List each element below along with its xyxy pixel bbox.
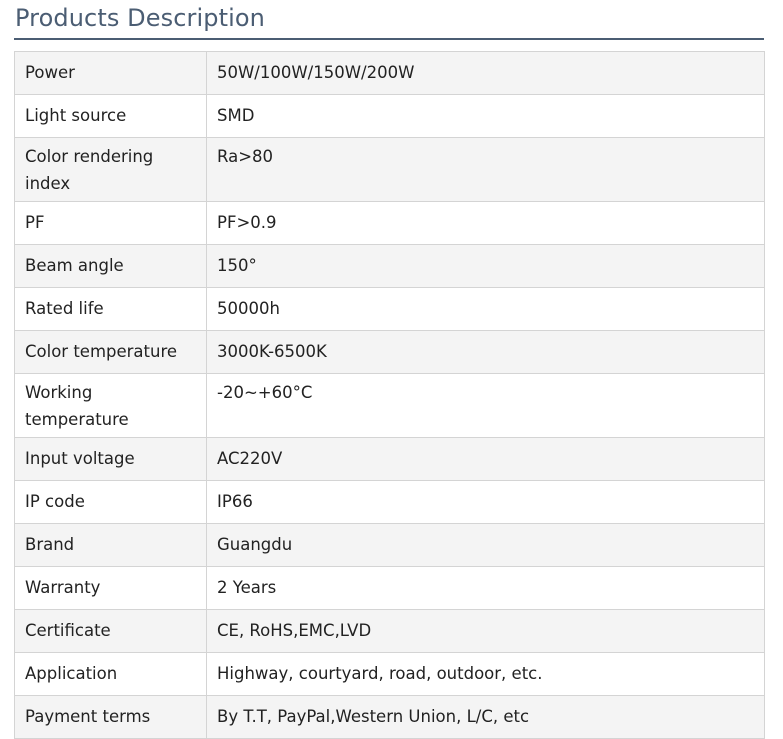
- table-row: Power 50W/100W/150W/200W: [14, 51, 765, 95]
- table-row: Light source SMD: [14, 94, 765, 138]
- spec-label: Working temperature: [14, 373, 207, 438]
- spec-value: CE, RoHS,EMC,LVD: [206, 609, 765, 653]
- spec-label: PF: [14, 201, 207, 245]
- table-row: Brand Guangdu: [14, 523, 765, 567]
- spec-value: Highway, courtyard, road, outdoor, etc.: [206, 652, 765, 696]
- spec-value: By T.T, PayPal,Western Union, L/C, etc: [206, 695, 765, 739]
- specs-table: Power 50W/100W/150W/200W Light source SM…: [14, 51, 765, 739]
- spec-value: IP66: [206, 480, 765, 524]
- spec-label: Certificate: [14, 609, 207, 653]
- table-row: Working temperature -20~+60°C: [14, 373, 765, 438]
- table-row: Warranty 2 Years: [14, 566, 765, 610]
- table-row: Application Highway, courtyard, road, ou…: [14, 652, 765, 696]
- table-row: Color temperature 3000K-6500K: [14, 330, 765, 374]
- table-row: Input voltage AC220V: [14, 437, 765, 481]
- table-row: Certificate CE, RoHS,EMC,LVD: [14, 609, 765, 653]
- spec-value: 50W/100W/150W/200W: [206, 51, 765, 95]
- spec-label: Brand: [14, 523, 207, 567]
- table-row: Payment terms By T.T, PayPal,Western Uni…: [14, 695, 765, 739]
- spec-label: Input voltage: [14, 437, 207, 481]
- spec-value: PF>0.9: [206, 201, 765, 245]
- spec-label: Beam angle: [14, 244, 207, 288]
- table-row: Color rendering index Ra>80: [14, 137, 765, 202]
- spec-label: Color rendering index: [14, 137, 207, 202]
- products-description-section: Products Description Power 50W/100W/150W…: [0, 0, 783, 739]
- title-underline: [14, 38, 764, 40]
- spec-label: Power: [14, 51, 207, 95]
- spec-label: Warranty: [14, 566, 207, 610]
- spec-value: 3000K-6500K: [206, 330, 765, 374]
- spec-value: -20~+60°C: [206, 373, 765, 438]
- spec-label: Rated life: [14, 287, 207, 331]
- table-row: IP code IP66: [14, 480, 765, 524]
- spec-value: Guangdu: [206, 523, 765, 567]
- spec-label: Color temperature: [14, 330, 207, 374]
- spec-value: SMD: [206, 94, 765, 138]
- spec-value: AC220V: [206, 437, 765, 481]
- spec-value: Ra>80: [206, 137, 765, 202]
- spec-label: IP code: [14, 480, 207, 524]
- section-title: Products Description: [15, 4, 265, 32]
- spec-value: 150°: [206, 244, 765, 288]
- table-row: Rated life 50000h: [14, 287, 765, 331]
- table-row: PF PF>0.9: [14, 201, 765, 245]
- spec-label: Payment terms: [14, 695, 207, 739]
- table-row: Beam angle 150°: [14, 244, 765, 288]
- spec-value: 2 Years: [206, 566, 765, 610]
- spec-label: Application: [14, 652, 207, 696]
- spec-label: Light source: [14, 94, 207, 138]
- spec-value: 50000h: [206, 287, 765, 331]
